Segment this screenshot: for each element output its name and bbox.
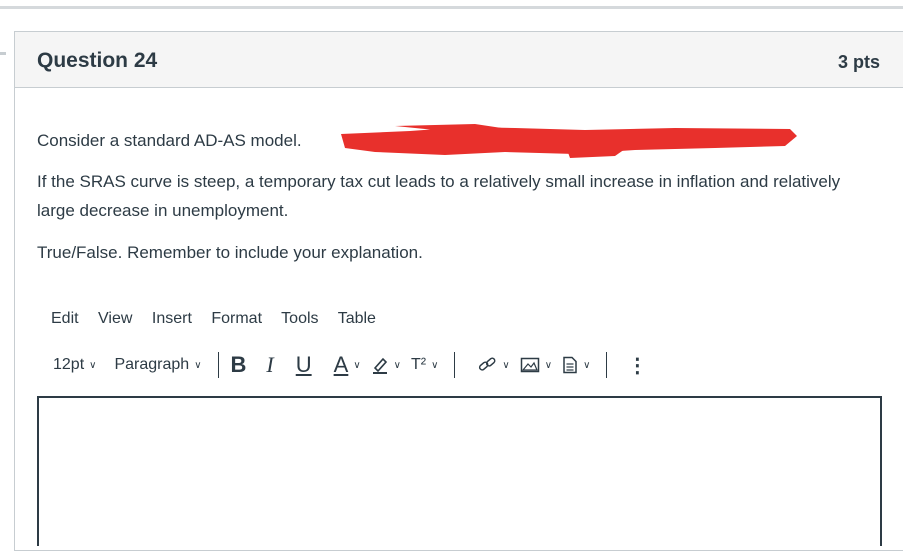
chevron-down-icon: ∨	[353, 359, 361, 371]
menu-view[interactable]: View	[98, 310, 132, 327]
more-options-icon[interactable]: ⋮	[627, 353, 647, 378]
question-line-3: True/False. Remember to include your exp…	[37, 243, 423, 262]
chevron-down-icon: ∨	[393, 359, 401, 371]
superscript-button[interactable]: T² ∨	[411, 356, 438, 374]
font-size-value: 12pt	[53, 356, 85, 373]
menu-tools[interactable]: Tools	[281, 310, 318, 327]
image-button[interactable]: ∨	[520, 356, 552, 374]
text-color-button[interactable]: A ∨	[334, 352, 361, 378]
italic-button[interactable]: I	[266, 352, 273, 378]
superscript-icon: T²	[410, 356, 427, 373]
highlight-color-button[interactable]: ∨	[371, 356, 401, 374]
link-button[interactable]: ∨	[477, 356, 510, 374]
highlighter-icon	[372, 357, 387, 374]
editor-toolbar: 12pt ∨ Paragraph ∨ B I U A ∨ ∨ T² ∨ ∨ ∨ …	[53, 350, 657, 380]
block-format-select[interactable]: Paragraph ∨	[114, 356, 201, 374]
chevron-down-icon: ∨	[583, 359, 591, 371]
top-divider	[0, 6, 903, 9]
redaction-mark	[341, 124, 797, 158]
toolbar-separator	[606, 352, 608, 378]
question-header: Question 24 3 pts	[15, 32, 903, 88]
question-card: Question 24 3 pts Consider a standard AD…	[14, 31, 903, 551]
editor-menubar: Edit View Insert Format Tools Table	[51, 310, 391, 328]
link-icon	[479, 357, 496, 371]
image-icon	[520, 357, 539, 373]
menu-table[interactable]: Table	[338, 310, 376, 327]
toolbar-separator	[454, 352, 456, 378]
document-icon	[563, 356, 577, 374]
question-title: Question 24	[37, 49, 158, 72]
chevron-down-icon: ∨	[544, 359, 553, 371]
menu-insert[interactable]: Insert	[152, 310, 192, 327]
left-marker	[0, 52, 6, 55]
chevron-down-icon: ∨	[502, 359, 510, 371]
question-line-1: Consider a standard AD-AS model.	[37, 131, 302, 150]
bold-button[interactable]: B	[231, 352, 247, 378]
text-color-icon: A	[333, 352, 349, 377]
chevron-down-icon: ∨	[89, 359, 97, 371]
document-button[interactable]: ∨	[562, 356, 590, 374]
block-format-value: Paragraph	[114, 356, 190, 373]
chevron-down-icon: ∨	[431, 359, 439, 371]
font-size-select[interactable]: 12pt ∨	[53, 356, 96, 374]
answer-editor[interactable]	[37, 396, 882, 546]
menu-edit[interactable]: Edit	[51, 310, 79, 327]
chevron-down-icon: ∨	[194, 359, 202, 371]
menu-format[interactable]: Format	[211, 310, 262, 327]
underline-button[interactable]: U	[296, 352, 312, 378]
question-line-2: If the SRAS curve is steep, a temporary …	[37, 172, 841, 220]
toolbar-separator	[217, 352, 219, 378]
question-points: 3 pts	[837, 52, 880, 72]
